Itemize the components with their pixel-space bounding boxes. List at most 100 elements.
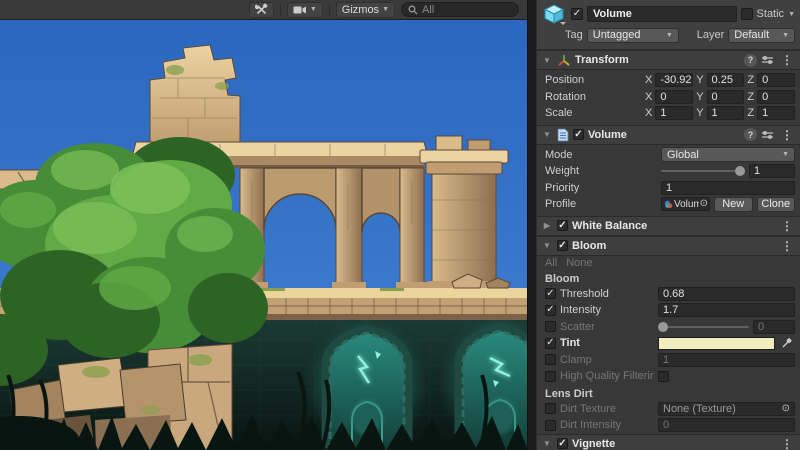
threshold-override-checkbox[interactable]: ✓ (545, 288, 556, 299)
axis-z-label: Z (747, 91, 754, 103)
rotation-y-field[interactable]: 0 (707, 90, 745, 104)
priority-row: Priority 1 (537, 180, 800, 197)
threshold-field[interactable]: 0.68 (658, 287, 795, 301)
profile-object-field[interactable]: Volume_Gl ⊙ (661, 197, 710, 211)
scene-tools-button[interactable] (249, 2, 274, 18)
volume-enabled-checkbox[interactable]: ✓ (573, 129, 584, 140)
bloom-checkbox[interactable]: ✓ (557, 240, 568, 251)
volume-profile-icon (664, 200, 673, 209)
gameobject-active-checkbox[interactable]: ✓ (571, 8, 583, 20)
gameobject-cube-icon[interactable] (543, 3, 567, 25)
foldout-icon[interactable]: ▼ (541, 56, 553, 65)
static-dropdown-arrow[interactable]: ▼ (788, 11, 795, 18)
scene-search-input[interactable]: All (401, 2, 519, 17)
foldout-icon[interactable]: ▼ (541, 130, 553, 139)
static-label: Static (757, 8, 785, 20)
object-picker-icon[interactable]: ⊙ (700, 199, 708, 209)
dirt-texture-object-field[interactable]: None (Texture) ⊙ (658, 402, 795, 416)
transform-body: Position X -30.92 Y 0.25 Z 0 Rotation X … (537, 70, 800, 125)
position-row: Position X -30.92 Y 0.25 Z 0 (537, 72, 800, 89)
more-menu-icon[interactable]: ⋮ (778, 239, 796, 253)
scale-z-field[interactable]: 1 (757, 106, 795, 120)
scale-x-field[interactable]: 1 (655, 106, 693, 120)
script-icon (557, 128, 569, 142)
profile-new-button[interactable]: New (714, 197, 753, 212)
mode-row: Mode Global ▼ (537, 147, 800, 164)
dirt-intensity-field[interactable]: 0 (658, 418, 795, 432)
gizmos-dropdown[interactable]: Gizmos ▼ (336, 2, 395, 18)
scatter-field[interactable]: 0 (753, 320, 795, 334)
tag-label: Tag (565, 29, 583, 41)
bloom-title: Bloom (572, 240, 606, 252)
select-all-link[interactable]: All (545, 257, 557, 269)
panel-divider[interactable] (527, 0, 537, 450)
select-none-link[interactable]: None (566, 257, 592, 269)
rotation-z-field[interactable]: 0 (757, 90, 795, 104)
scale-y-field[interactable]: 1 (707, 106, 745, 120)
bloom-section-label: Bloom (537, 270, 800, 286)
help-icon[interactable]: ? (744, 128, 757, 141)
presets-icon[interactable] (761, 129, 774, 141)
help-icon[interactable]: ? (744, 54, 757, 67)
tint-color-swatch[interactable] (658, 337, 775, 350)
chevron-down-icon: ▼ (310, 6, 317, 13)
volume-component-header[interactable]: ▼ ✓ Volume ? ⋮ (537, 125, 800, 145)
eyedropper-button[interactable] (779, 336, 795, 350)
threshold-row: ✓ Threshold 0.68 (537, 286, 800, 303)
rotation-x-field[interactable]: 0 (655, 90, 693, 104)
mode-label: Mode (545, 149, 657, 161)
position-z-field[interactable]: 0 (757, 73, 795, 87)
object-picker-icon[interactable]: ⊙ (782, 404, 790, 414)
rotation-row: Rotation X 0 Y 0 Z 0 (537, 89, 800, 106)
more-menu-icon[interactable]: ⋮ (778, 437, 796, 450)
scene-view: ▼ Gizmos ▼ All (0, 0, 527, 450)
mode-dropdown[interactable]: Global ▼ (661, 147, 795, 162)
toolbar-separator (280, 3, 281, 17)
tag-value: Untagged (593, 29, 641, 41)
tint-override-checkbox[interactable]: ✓ (545, 338, 556, 349)
unity-editor: ▼ Gizmos ▼ All (0, 0, 800, 450)
hqf-override-checkbox[interactable]: ✓ (545, 371, 556, 382)
clamp-label: Clamp (560, 354, 654, 366)
more-menu-icon[interactable]: ⋮ (778, 53, 796, 67)
static-checkbox[interactable]: ✓ (741, 8, 753, 20)
tag-dropdown[interactable]: Untagged ▼ (587, 28, 679, 43)
more-menu-icon[interactable]: ⋮ (778, 219, 796, 233)
white-balance-header[interactable]: ▶ ✓ White Balance ⋮ (537, 216, 800, 236)
scene-camera-button[interactable]: ▼ (287, 2, 323, 18)
dirt-texture-override-checkbox[interactable]: ✓ (545, 403, 556, 414)
more-menu-icon[interactable]: ⋮ (778, 128, 796, 142)
high-quality-filtering-row: ✓ High Quality Filtering ✓ (537, 368, 800, 385)
dirt-intensity-override-checkbox[interactable]: ✓ (545, 420, 556, 431)
intensity-override-checkbox[interactable]: ✓ (545, 305, 556, 316)
position-x-field[interactable]: -30.92 (655, 73, 693, 87)
presets-icon[interactable] (761, 54, 774, 66)
profile-label: Profile (545, 198, 657, 210)
mode-value: Global (667, 149, 699, 161)
scene-view-canvas[interactable] (0, 20, 527, 450)
axis-x-label: X (645, 74, 652, 86)
transform-icon (557, 53, 571, 67)
position-y-field[interactable]: 0.25 (707, 73, 745, 87)
clamp-field[interactable]: 1 (658, 353, 795, 367)
bloom-header[interactable]: ▼ ✓ Bloom ⋮ (537, 236, 800, 256)
foldout-icon[interactable]: ▼ (541, 439, 553, 448)
foldout-icon[interactable]: ▶ (541, 221, 553, 230)
white-balance-checkbox[interactable]: ✓ (557, 220, 568, 231)
vignette-header[interactable]: ▼ ✓ Vignette ⋮ (537, 434, 800, 450)
gameobject-name-field[interactable]: Volume (587, 6, 737, 22)
priority-field[interactable]: 1 (661, 181, 795, 195)
vignette-checkbox[interactable]: ✓ (557, 438, 568, 449)
foldout-icon[interactable]: ▼ (541, 241, 553, 250)
hqf-value-checkbox[interactable]: ✓ (658, 371, 669, 382)
scatter-slider[interactable] (658, 320, 749, 334)
weight-slider[interactable] (661, 164, 745, 178)
profile-clone-button[interactable]: Clone (757, 197, 796, 212)
transform-header[interactable]: ▼ Transform ? ⋮ (537, 50, 800, 70)
layer-dropdown[interactable]: Default ▼ (728, 28, 795, 43)
clamp-override-checkbox[interactable]: ✓ (545, 354, 556, 365)
weight-field[interactable]: 1 (749, 164, 795, 178)
scatter-override-checkbox[interactable]: ✓ (545, 321, 556, 332)
weight-label: Weight (545, 165, 657, 177)
intensity-field[interactable]: 1.7 (658, 303, 795, 317)
